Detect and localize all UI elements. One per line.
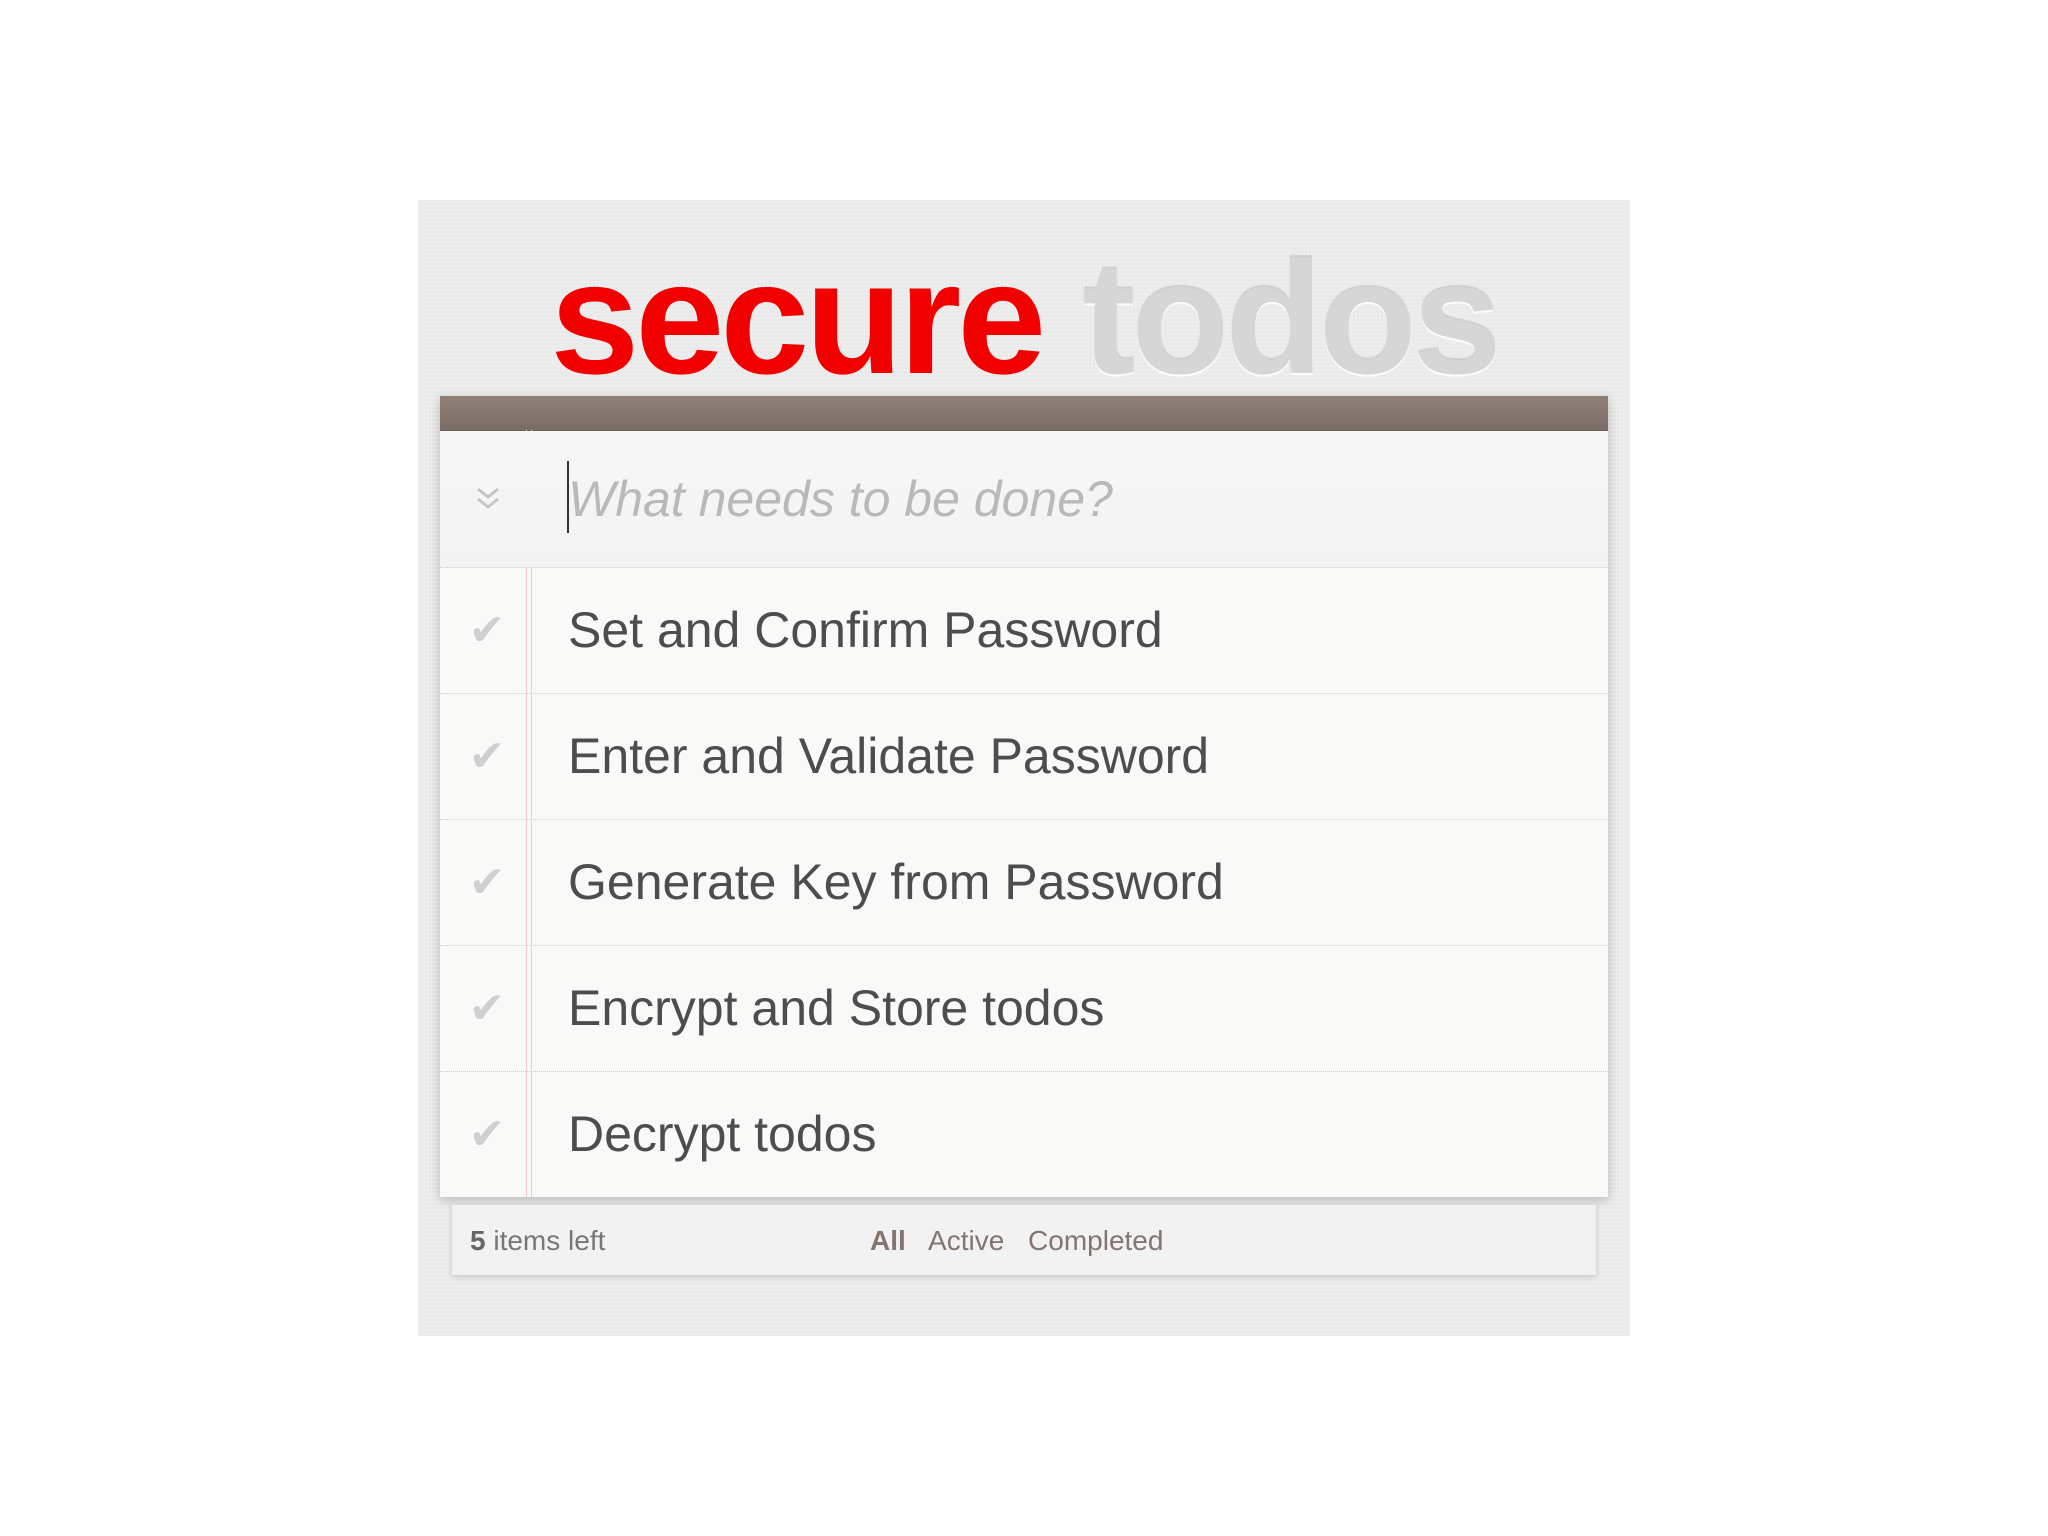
- text-cursor: [567, 461, 569, 533]
- filter-active[interactable]: Active: [928, 1225, 1004, 1256]
- checkmark-icon[interactable]: ✔: [462, 730, 512, 784]
- app-title-todos: todos: [1082, 228, 1501, 407]
- list-item: ✔ Encrypt and Store todos: [440, 946, 1608, 1072]
- items-left-number: 5: [470, 1225, 486, 1256]
- filter-links: All Active Completed: [870, 1225, 1179, 1257]
- filter-completed[interactable]: Completed: [1028, 1225, 1163, 1256]
- items-left-count: 5 items left: [470, 1225, 605, 1257]
- todo-list: ✔ Set and Confirm Password ✔ Enter and V…: [440, 568, 1608, 1197]
- filter-all[interactable]: All: [870, 1225, 906, 1256]
- todo-label[interactable]: Decrypt todos: [568, 1104, 876, 1164]
- list-item: ✔ Enter and Validate Password: [440, 694, 1608, 820]
- new-todo-input[interactable]: [568, 461, 1568, 537]
- checkmark-icon[interactable]: ✔: [462, 856, 512, 910]
- toggle-all-glyph: [477, 487, 499, 509]
- list-item: ✔ Decrypt todos: [440, 1072, 1608, 1197]
- new-todo-row: [440, 431, 1608, 568]
- todo-card: ✔ Set and Confirm Password ✔ Enter and V…: [440, 396, 1608, 1197]
- app-title: secure todos: [418, 228, 1630, 408]
- card-top-bar: [440, 396, 1608, 431]
- checkmark-icon[interactable]: ✔: [462, 982, 512, 1036]
- app-title-secure: secure: [550, 228, 1046, 407]
- checkmark-icon[interactable]: ✔: [462, 604, 512, 658]
- todo-label[interactable]: Encrypt and Store todos: [568, 978, 1104, 1038]
- app-frame: securetodos ✔ Set and Confirm Password ✔…: [418, 200, 1630, 1336]
- checkmark-icon[interactable]: ✔: [462, 1108, 512, 1162]
- todo-label[interactable]: Set and Confirm Password: [568, 600, 1163, 660]
- list-item: ✔ Generate Key from Password: [440, 820, 1608, 946]
- todo-label[interactable]: Generate Key from Password: [568, 852, 1224, 912]
- list-item: ✔ Set and Confirm Password: [440, 568, 1608, 694]
- footer-bar: 5 items left All Active Completed: [452, 1204, 1596, 1275]
- double-chevron-down-icon[interactable]: [468, 475, 508, 523]
- items-left-suffix: items left: [485, 1225, 606, 1256]
- todo-label[interactable]: Enter and Validate Password: [568, 726, 1209, 786]
